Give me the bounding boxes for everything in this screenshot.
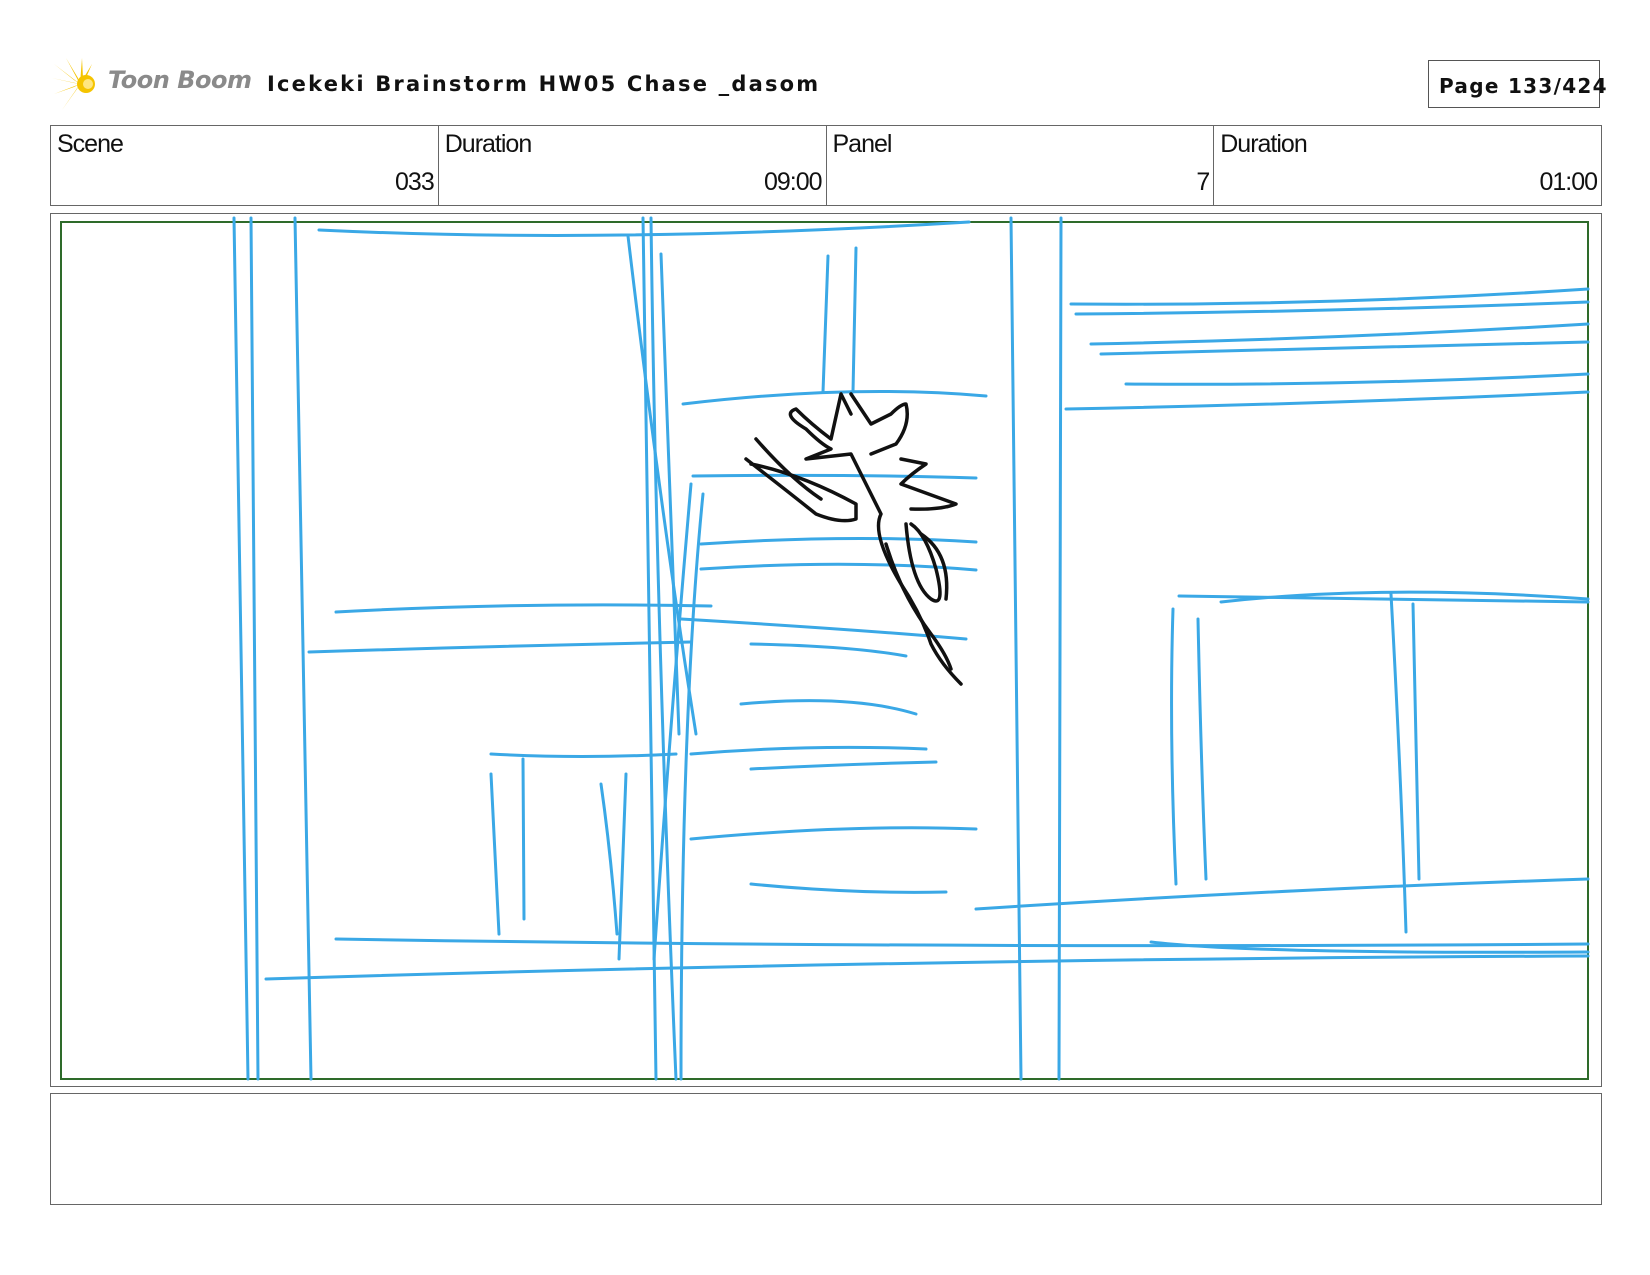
logo-wordmark: Toon Boom [108, 66, 252, 94]
scene-cell: Scene 033 [51, 126, 439, 205]
toon-boom-starburst-icon [52, 58, 95, 110]
panel-duration-value: 01:00 [1539, 168, 1598, 196]
scene-label: Scene [57, 130, 124, 158]
background-sketch [232, 216, 1590, 1081]
toon-boom-logo: Toon Boom [52, 56, 252, 112]
storyboard-panel [50, 213, 1602, 1087]
page-number: Page 133/424 [1439, 74, 1608, 98]
scene-duration-value: 09:00 [763, 168, 823, 196]
panel-label: Panel [832, 130, 893, 158]
scene-duration-cell: Duration 09:00 [439, 126, 827, 205]
panel-cell: Panel 7 [827, 126, 1215, 205]
scene-duration-label: Duration [444, 130, 532, 158]
panel-value: 7 [1196, 168, 1210, 196]
scene-info-table: Scene 033 Duration 09:00 Panel 7 Duratio… [50, 125, 1602, 206]
panel-duration-cell: Duration 01:00 [1214, 126, 1601, 205]
panel-sketch [60, 216, 1590, 1081]
panel-duration-label: Duration [1220, 130, 1307, 158]
panel-caption-box [50, 1093, 1602, 1205]
page-indicator: Page 133/424 [1428, 60, 1607, 108]
scene-value: 033 [395, 168, 435, 196]
document-title: Icekeki Brainstorm HW05 Chase _dasom [267, 72, 821, 96]
